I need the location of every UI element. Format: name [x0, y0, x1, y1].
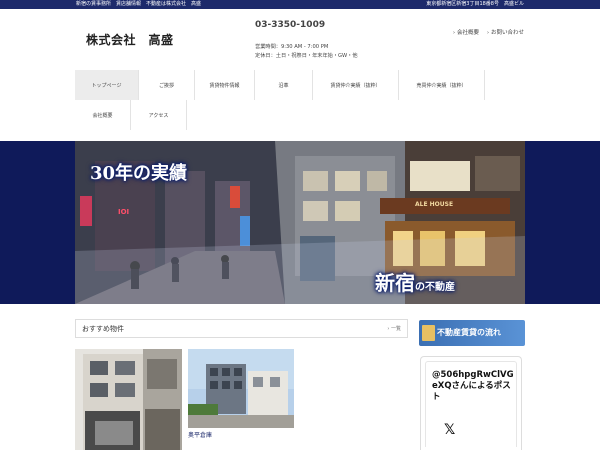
- x-embed-card: @506hpgRwClVGeXQさんによるポスト 𝕏: [425, 361, 517, 447]
- top-bar-tagline: 新宿の賃事務所 賃店舗情報 不動産は株式会社 高盛: [76, 1, 202, 7]
- property-caption[interactable]: 奥平倉庫: [188, 430, 294, 439]
- banner-label: 不動産賃貸の流れ: [437, 328, 501, 337]
- hero-photo: 30年の実績 ALE HOUSE IOI 新宿の不動産: [75, 141, 525, 304]
- link-contact[interactable]: › お問い合わせ: [487, 28, 524, 36]
- nav-item-sales-results[interactable]: 売買仲介実績（抜粋）: [399, 70, 485, 100]
- x-embed-title[interactable]: @506hpgRwClVGeXQさんによるポスト: [432, 370, 514, 403]
- shop-sign: IOI: [118, 208, 130, 216]
- nav-row-2: 会社概要 アクセス: [75, 100, 525, 130]
- tagline-sub: の不動産: [415, 282, 455, 293]
- tagline-main: 新宿: [375, 271, 415, 295]
- house-icon: [422, 325, 435, 341]
- business-hours: 営業時間：9:30 AM - 7:00 PM 定休日：土日・祝祭日・年末年始・G…: [255, 43, 358, 61]
- link-label: お問い合わせ: [490, 30, 524, 36]
- x-embed[interactable]: @506hpgRwClVGeXQさんによるポスト 𝕏: [420, 356, 522, 450]
- building-photo: [75, 349, 182, 450]
- property-image: [75, 349, 182, 450]
- warehouse-photo: [188, 349, 294, 428]
- rental-flow-banner[interactable]: 不動産賃貸の流れ: [419, 320, 525, 346]
- featured-more-link[interactable]: › 一覧: [387, 325, 401, 332]
- hero-tagline: 新宿の不動産: [375, 267, 455, 296]
- nav-item-history[interactable]: 沿革: [255, 70, 313, 100]
- property-card[interactable]: [75, 349, 182, 450]
- bar-sign: ALE HOUSE: [415, 201, 454, 208]
- phone-number: 03-3350-1009: [255, 20, 326, 30]
- link-label: 会社概要: [456, 30, 479, 36]
- more-label: 一覧: [390, 326, 401, 332]
- nav-item-rental[interactable]: 賃貸物件情報: [195, 70, 255, 100]
- company-logo[interactable]: 株式会社 高盛: [86, 31, 174, 48]
- property-image: [188, 349, 294, 428]
- top-bar: 新宿の賃事務所 賃店舗情報 不動産は株式会社 高盛 東京都新宿区新宿3丁目18番…: [0, 0, 600, 9]
- nav-item-company[interactable]: 会社概要: [75, 100, 131, 130]
- nav-item-greeting[interactable]: ご挨拶: [139, 70, 195, 100]
- chevron-right-icon: ›: [452, 30, 455, 36]
- hero-banner: 30年の実績 ALE HOUSE IOI 新宿の不動産: [0, 141, 600, 304]
- holidays-text: 定休日：土日・祝祭日・年末年始・GW・他: [255, 53, 358, 59]
- featured-title: おすすめ物件: [82, 325, 124, 333]
- nav-item-rental-results[interactable]: 賃貸仲介実績（抜粋）: [313, 70, 399, 100]
- x-logo-icon[interactable]: 𝕏: [444, 422, 455, 438]
- nav-item-top[interactable]: トップページ: [75, 70, 139, 100]
- nav-row-1: トップページ ご挨拶 賃貸物件情報 沿革 賃貸仲介実績（抜粋） 売買仲介実績（抜…: [75, 70, 525, 100]
- property-card[interactable]: 奥平倉庫: [188, 349, 294, 439]
- nav-item-access[interactable]: アクセス: [131, 100, 187, 130]
- main-nav: トップページ ご挨拶 賃貸物件情報 沿革 賃貸仲介実績（抜粋） 売買仲介実績（抜…: [75, 70, 525, 130]
- link-company-profile[interactable]: › 会社概要: [453, 28, 479, 36]
- featured-header: おすすめ物件 › 一覧: [75, 319, 408, 338]
- top-bar-address: 東京都新宿区新宿3丁目18番8号 高盛ビル: [426, 1, 524, 7]
- header-links: › 会社概要 › お問い合わせ: [453, 28, 524, 36]
- chevron-right-icon: ›: [486, 30, 489, 36]
- hours-text: 営業時間：9:30 AM - 7:00 PM: [255, 44, 329, 50]
- hero-headline: 30年の実績: [90, 163, 188, 184]
